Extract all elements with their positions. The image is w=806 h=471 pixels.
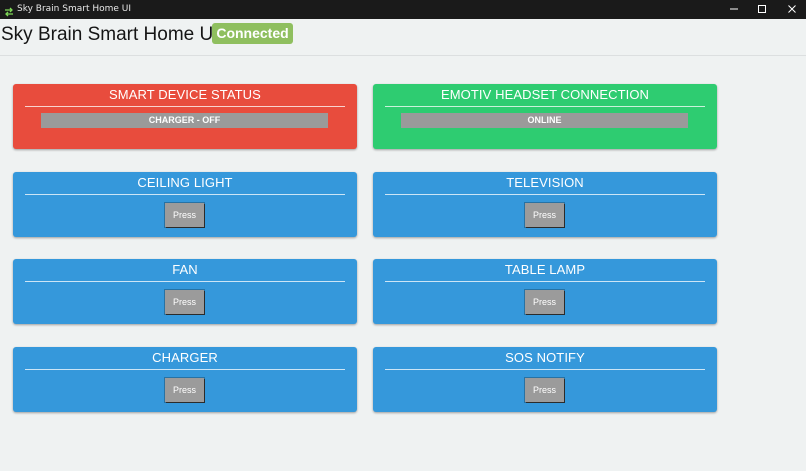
charger-card: CHARGER Press — [13, 347, 357, 412]
swap-arrows-icon — [4, 4, 14, 17]
table-lamp-card: TABLE LAMP Press — [373, 259, 717, 324]
connection-status-badge: Connected — [212, 23, 293, 44]
close-button[interactable] — [776, 0, 806, 19]
divider — [385, 106, 705, 107]
card-title: EMOTIV HEADSET CONNECTION — [440, 87, 650, 102]
divider — [385, 281, 705, 282]
divider — [385, 369, 705, 370]
maximize-button[interactable] — [746, 0, 777, 19]
television-press-button[interactable]: Press — [525, 203, 564, 227]
headset-status-bar: ONLINE — [401, 113, 688, 128]
card-title: CHARGER — [152, 350, 218, 365]
card-title: CEILING LIGHT — [137, 175, 233, 190]
page-title: Sky Brain Smart Home UI — [1, 24, 219, 45]
divider — [25, 369, 345, 370]
ceiling-light-card: CEILING LIGHT Press — [13, 172, 357, 237]
sos-notify-card: SOS NOTIFY Press — [373, 347, 717, 412]
divider — [25, 281, 345, 282]
window-title-bar: Sky Brain Smart Home UI — [0, 0, 806, 19]
fan-card: FAN Press — [13, 259, 357, 324]
divider — [25, 106, 345, 107]
card-title: TABLE LAMP — [504, 262, 586, 277]
close-icon — [787, 1, 797, 19]
table-lamp-press-button[interactable]: Press — [525, 290, 564, 314]
divider — [385, 194, 705, 195]
divider — [25, 194, 345, 195]
app-header: Sky Brain Smart Home UI Connected — [0, 19, 806, 56]
card-title: TELEVISION — [506, 175, 584, 190]
minimize-button[interactable] — [718, 0, 749, 19]
charger-press-button[interactable]: Press — [165, 378, 204, 402]
card-title: SMART DEVICE STATUS — [109, 87, 261, 102]
maximize-icon — [757, 1, 767, 19]
sos-notify-press-button[interactable]: Press — [525, 378, 564, 402]
emotiv-headset-connection-card: EMOTIV HEADSET CONNECTION ONLINE — [373, 84, 717, 149]
smart-device-status-card: SMART DEVICE STATUS CHARGER - OFF — [13, 84, 357, 149]
window-title: Sky Brain Smart Home UI — [17, 4, 132, 14]
device-status-bar: CHARGER - OFF — [41, 113, 328, 128]
card-title: FAN — [172, 262, 198, 277]
card-title: SOS NOTIFY — [505, 350, 585, 365]
television-card: TELEVISION Press — [373, 172, 717, 237]
fan-press-button[interactable]: Press — [165, 290, 204, 314]
minimize-icon — [729, 1, 739, 19]
ceiling-light-press-button[interactable]: Press — [165, 203, 204, 227]
